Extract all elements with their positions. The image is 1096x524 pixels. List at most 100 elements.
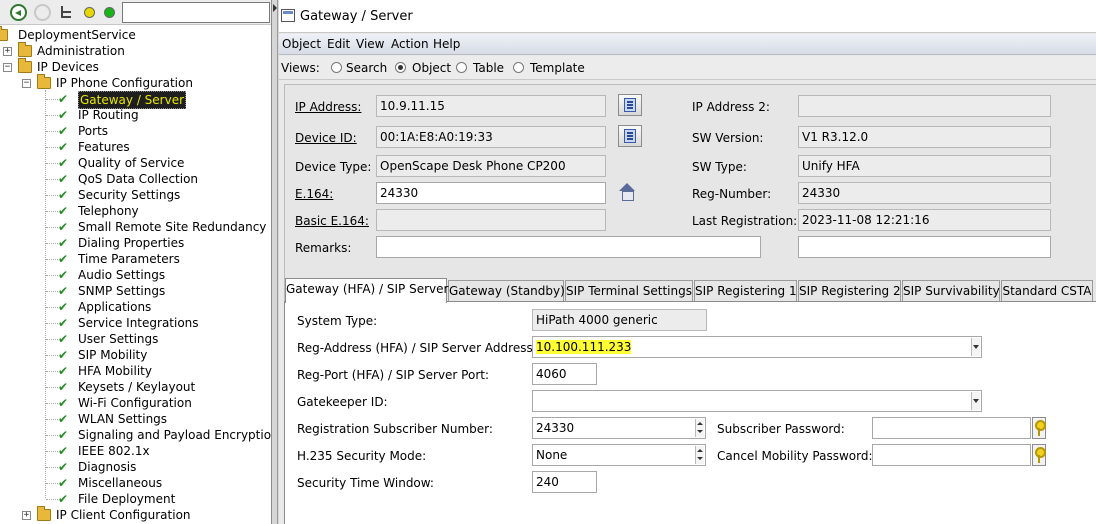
subscriber-password-input[interactable] (872, 417, 1031, 439)
menu-edit[interactable]: Edit (327, 36, 350, 52)
last-registration-field: 2023-11-08 12:21:16 (798, 209, 1051, 231)
tree-leaf-item[interactable]: ✔ Small Remote Site Redundancy (0, 219, 271, 235)
spinner-icon[interactable] (695, 446, 704, 464)
window-title: Gateway / Server (300, 9, 413, 24)
tree-leaf-item[interactable]: ✔ SNMP Settings (0, 283, 271, 299)
gatekeeper-id-combo[interactable] (532, 390, 982, 412)
tab-gateway-standby[interactable]: Gateway (Standby) (448, 280, 565, 302)
yellow-status-icon[interactable] (84, 7, 95, 18)
tree-leaf-item[interactable]: ✔ IEEE 802.1x (0, 443, 271, 459)
pane-splitter[interactable] (272, 0, 278, 524)
tree-leaf-item[interactable]: ✔ Miscellaneous (0, 475, 271, 491)
tree-view-icon[interactable] (58, 4, 75, 21)
ip-lookup-button[interactable] (618, 94, 642, 116)
tree-leaf-item[interactable]: ✔ User Settings (0, 331, 271, 347)
green-status-icon[interactable] (104, 7, 115, 18)
tab-standard-csta[interactable]: Standard CSTA (1001, 280, 1093, 302)
remarks-input[interactable] (376, 236, 761, 258)
h235-security-mode-label: H.235 Security Mode: (297, 449, 427, 463)
expand-plus-icon[interactable]: + (3, 47, 12, 56)
e164-label[interactable]: E.164: (295, 187, 333, 201)
radio-search-label[interactable]: Search (346, 61, 387, 75)
chevron-down-icon[interactable] (971, 392, 980, 410)
menu-object[interactable]: Object (282, 36, 321, 52)
home-icon[interactable] (618, 183, 636, 201)
spinner-icon[interactable] (695, 419, 704, 437)
tree-leaf-item[interactable]: ✔ Keysets / Keylayout (0, 379, 271, 395)
device-id-label[interactable]: Device ID: (295, 131, 357, 145)
tree-leaf-item[interactable]: ✔ Audio Settings (0, 267, 271, 283)
tree-leaf-item[interactable]: ✔ IP Routing (0, 107, 271, 123)
device-info-button[interactable] (618, 125, 642, 147)
tree-leaf-item[interactable]: ✔ WLAN Settings (0, 411, 271, 427)
collapse-minus-icon[interactable]: − (22, 79, 31, 88)
tree-leaf-item[interactable]: ✔ Gateway / Server (0, 91, 271, 109)
tree-connector (46, 323, 58, 324)
back-arrow-icon[interactable] (10, 4, 27, 21)
tree-node-ip-devices[interactable]: − IP Devices (0, 58, 271, 75)
radio-table-label[interactable]: Table (473, 61, 504, 75)
radio-template-label[interactable]: Template (530, 61, 585, 75)
reg-address-combo[interactable]: 10.100.111.233 (532, 336, 982, 358)
tree-leaf-item[interactable]: ✔ QoS Data Collection (0, 171, 271, 187)
radio-table[interactable] (456, 62, 467, 73)
tree-node-ip-phone-configuration[interactable]: − IP Phone Configuration (0, 74, 271, 91)
tree-leaf-item[interactable]: ✔ SIP Mobility (0, 347, 271, 363)
tree-connector (46, 483, 58, 484)
tree-leaf-item[interactable]: ✔ Signaling and Payload Encryption ( (0, 427, 271, 443)
checkmark-icon: ✔ (58, 140, 69, 154)
menu-help[interactable]: Help (433, 36, 460, 52)
tab-sip-registering-1[interactable]: SIP Registering 1 (694, 280, 797, 302)
tree-leaf-item[interactable]: ✔ Features (0, 139, 271, 155)
tree-leaf-item[interactable]: ✔ Telephony (0, 203, 271, 219)
tab-gateway-hfa-sip-server[interactable]: Gateway (HFA) / SIP Server (285, 278, 448, 303)
sw-type-field: Unify HFA (798, 155, 1051, 177)
security-time-window-input[interactable]: 240 (532, 471, 597, 493)
key-icon[interactable] (1032, 417, 1046, 439)
registration-subscriber-number-combo[interactable]: 24330 (532, 417, 706, 439)
tree-leaf-item[interactable]: ✔ HFA Mobility (0, 363, 271, 379)
tree-leaf-item[interactable]: ✔ Ports (0, 123, 271, 139)
radio-template[interactable] (513, 62, 524, 73)
tree-leaf-item[interactable]: ✔ Quality of Service (0, 155, 271, 171)
tree-node-ip-client-configuration[interactable]: + IP Client Configuration (0, 506, 271, 523)
collapse-minus-icon[interactable]: − (3, 63, 12, 72)
basic-e164-label[interactable]: Basic E.164: (295, 214, 369, 228)
folder-icon (37, 74, 51, 89)
menu-action[interactable]: Action (391, 36, 429, 52)
tree-node-administration[interactable]: + Administration (0, 42, 271, 59)
reg-port-input[interactable]: 4060 (532, 363, 597, 385)
radio-object-label[interactable]: Object (412, 61, 451, 75)
chevron-down-icon[interactable] (971, 338, 980, 356)
tree-leaf-item[interactable]: ✔ Time Parameters (0, 251, 271, 267)
forward-arrow-icon[interactable] (34, 4, 51, 21)
tree-leaf-item[interactable]: ✔ Service Integrations (0, 315, 271, 331)
radio-search[interactable] (331, 62, 342, 73)
tree-leaf-item[interactable]: ✔ Wi-Fi Configuration (0, 395, 271, 411)
tree-leaf-item[interactable]: ✔ File Deployment (0, 491, 271, 507)
checkmark-icon: ✔ (58, 444, 69, 458)
tab-sip-survivability[interactable]: SIP Survivability (902, 280, 1000, 302)
tree-node-root[interactable]: DeploymentService (0, 26, 271, 43)
expand-plus-icon[interactable]: + (22, 511, 31, 520)
cancel-mobility-password-label: Cancel Mobility Password: (717, 449, 873, 463)
radio-object[interactable] (395, 62, 406, 73)
tree-leaf-item[interactable]: ✔ Diagnosis (0, 459, 271, 475)
collapse-arrow-icon[interactable] (273, 4, 277, 12)
ip-address-label[interactable]: IP Address: (295, 100, 361, 114)
menu-view[interactable]: View (356, 36, 384, 52)
tree-leaf-item[interactable]: ✔ Dialing Properties (0, 235, 271, 251)
remarks-extra-input[interactable] (798, 236, 1051, 258)
tree-search-input[interactable] (122, 2, 270, 23)
e164-input[interactable]: 24330 (376, 182, 606, 204)
checkmark-icon: ✔ (58, 412, 69, 426)
tree-leaf-item[interactable]: ✔ Security Settings (0, 187, 271, 203)
tab-sip-registering-2[interactable]: SIP Registering 2 (798, 280, 901, 302)
tree-leaf-label: Service Integrations (78, 316, 199, 330)
h235-security-mode-select[interactable]: None (532, 444, 706, 466)
cancel-mobility-password-input[interactable] (872, 444, 1031, 466)
key-icon[interactable] (1032, 444, 1046, 466)
tab-sip-terminal-settings[interactable]: SIP Terminal Settings (565, 280, 693, 302)
device-type-label: Device Type: (295, 160, 372, 174)
tree-leaf-item[interactable]: ✔ Applications (0, 299, 271, 315)
